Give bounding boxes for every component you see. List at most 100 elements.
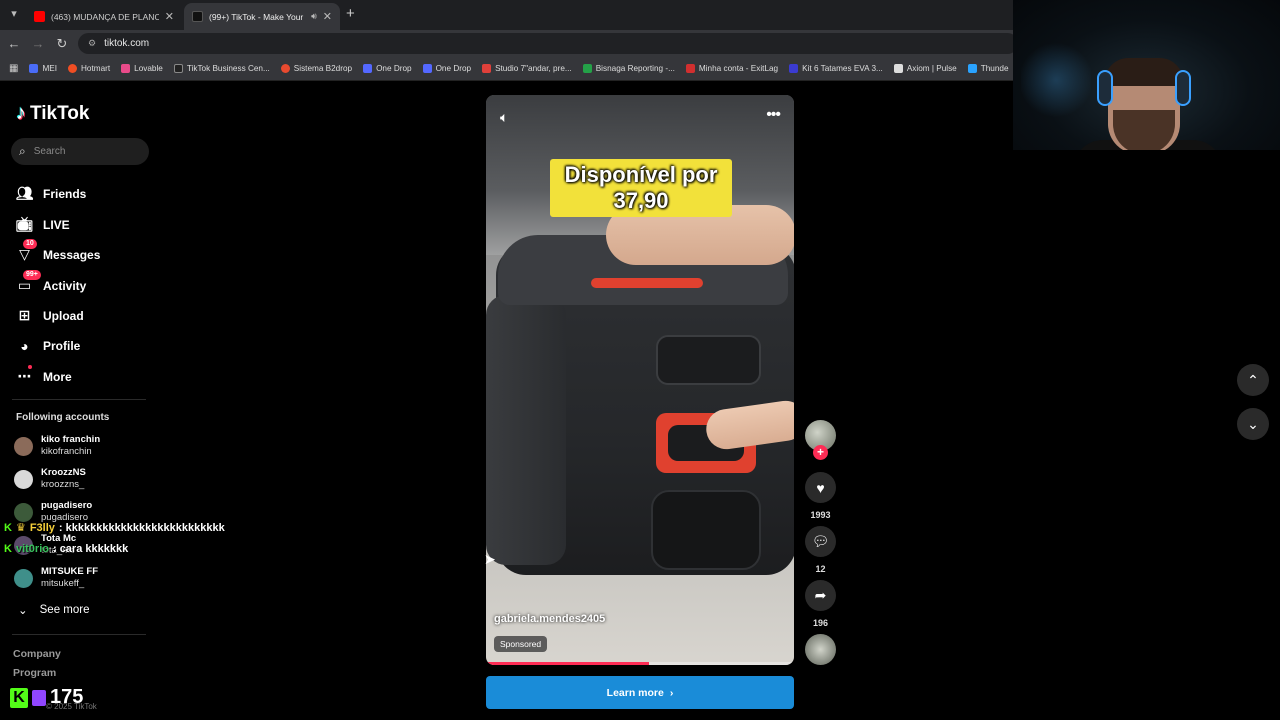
bookmark-label: Kit 6 Tatames EVA 3... [802,64,883,73]
back-arrow-icon[interactable]: ← [6,36,22,52]
bookmark-item[interactable]: MEI [29,64,57,73]
bookmark-favicon-icon [173,64,183,73]
sidebar-item-activity[interactable]: ▭ 99+ Activity [16,270,86,294]
sidebar-item-messages[interactable]: ▽ 10 Messages [16,239,101,263]
streamer-hair [1105,58,1183,86]
following-account-item[interactable]: MITSUKE FF mitsukeff_ [14,566,98,590]
video-progress-fill [486,662,650,665]
bookmark-favicon-icon [363,64,373,73]
webcam-overlay [1013,0,1280,150]
bookmark-label: Lovable [134,64,163,73]
mouse-cursor-icon: ➤ [484,551,496,567]
see-more-button[interactable]: ⌄ See more [18,603,90,617]
profile-icon: ◕ [20,337,29,354]
like-count: 1993 [810,510,831,520]
bookmark-label: Bisnaga Reporting -... [595,64,675,73]
volume-icon[interactable]: 🔈︎ [500,109,508,126]
sidebar-item-more[interactable]: ⋯ More [16,365,72,385]
bookmark-item[interactable]: Sistema B2drop [280,64,353,73]
search-icon: ⌕ [19,144,26,158]
url-text: tiktok.com [104,38,150,49]
music-disc[interactable] [805,634,836,665]
close-tab-icon[interactable]: ✕ [323,10,332,23]
bookmark-item[interactable]: One Drop [422,64,472,73]
bookmark-label: Hotmart [81,64,111,73]
sidebar-item-label: Profile [43,338,81,353]
bookmark-item[interactable]: Lovable [121,64,163,73]
previous-video-button[interactable]: ⌃ [1237,364,1269,396]
kick-logo-icon: K [10,687,28,708]
speaker-icon[interactable]: 🔊︎ [311,11,317,22]
tiktok-logo[interactable]: ♪ TikTok [16,102,89,125]
search-input[interactable]: ⌕ Search [11,138,149,165]
browser-tab-tiktok[interactable]: (99+) TikTok - Make Your Da 🔊︎ ✕ [184,3,340,30]
following-account-item[interactable]: kiko franchin kikofranchin [14,434,100,458]
bookmark-item[interactable]: Minha conta - ExitLag [685,64,778,73]
kick-icon: K [4,543,12,555]
kick-icon: K [4,521,12,534]
chat-text: : cara kkkkkkk [52,543,129,555]
bookmark-favicon-icon [685,64,695,73]
chat-message: K vit0rio : cara kkkkkkk [4,543,128,555]
live-icon: 📺︎ [15,216,34,232]
bookmark-item[interactable]: Axiom | Pulse [893,64,957,73]
reload-icon[interactable]: ↻ [54,36,70,52]
forward-arrow-icon[interactable]: → [30,36,46,52]
bookmark-item[interactable]: Hotmart [68,64,110,73]
learn-more-label: Learn more [606,686,664,699]
bookmark-label: One Drop [435,64,472,73]
video-player[interactable]: Disponível por 37,90 🔈︎ ••• gabriela.men… [486,95,794,665]
brand-name: TikTok [30,102,90,124]
more-options-icon[interactable]: ••• [766,106,781,124]
sidebar-item-live[interactable]: 📺︎ LIVE [16,216,70,233]
bookmark-label: Thunde [980,64,1009,73]
sidebar-item-profile[interactable]: ◕ Profile [16,337,80,354]
footer-link-program[interactable]: Program [13,667,56,679]
learn-more-button[interactable]: Learn more › [486,676,794,709]
avatar [14,502,33,522]
new-tab-button[interactable]: + [346,6,355,22]
apps-grid-icon[interactable]: ▦ [9,63,18,74]
account-name: kiko franchin [41,434,101,445]
avatar [14,436,33,456]
bookmark-item[interactable]: Bisnaga Reporting -... [582,64,675,73]
bookmark-item[interactable]: TikTok Business Cen... [173,64,270,73]
next-video-button[interactable]: ⌄ [1237,408,1269,440]
account-handle: kroozzns_ [41,479,85,490]
chevron-down-icon: ⌄ [1247,415,1259,432]
activity-icon: ▭ 99+ [16,270,41,294]
headphone-right [1175,70,1191,106]
site-info-icon[interactable]: ⚙ [88,38,96,49]
bookmark-favicon-icon [582,64,592,73]
following-account-item[interactable]: KroozzNS kroozzns_ [14,467,86,491]
close-tab-icon[interactable]: ✕ [165,10,174,23]
sidebar-item-label: Upload [43,308,84,323]
sidebar-item-friends[interactable]: 👥︎ Friends [16,185,87,202]
url-field[interactable]: ⚙ tiktok.com [78,33,1018,54]
sidebar-item-label: Messages [43,247,101,262]
bookmark-item[interactable]: Studio 7"andar, pre... [482,64,572,73]
footer-link-company[interactable]: Company [13,648,61,660]
video-author[interactable]: gabriela.mendes2405 [494,613,605,625]
video-progress-bar[interactable] [486,662,794,665]
share-button[interactable]: ➦ 196 [805,580,836,628]
browser-tab-youtube[interactable]: (463) MUDANÇA DE PLANOS: C ✕ [26,3,182,30]
bookmark-item[interactable]: One Drop [363,64,412,73]
divider [12,399,146,400]
share-icon: ➦ [805,580,836,611]
bookmark-label: Sistema B2drop [293,64,353,73]
chat-username: F3lly [29,521,55,534]
follow-plus-icon[interactable]: + [813,445,828,460]
tiktok-favicon-icon [192,11,203,22]
bookmark-label: One Drop [376,64,412,73]
heart-icon: ♥ [805,472,836,503]
sidebar-item-label: More [43,369,72,384]
like-button[interactable]: ♥ 1993 [805,472,836,520]
bookmark-favicon-icon [280,64,290,73]
bookmark-item[interactable]: Kit 6 Tatames EVA 3... [789,64,883,73]
bookmark-item[interactable]: Thunde [967,64,1009,73]
comment-button[interactable]: 💬︎ 12 [805,526,836,574]
sidebar-item-upload[interactable]: ⊞ Upload [16,307,84,324]
sidebar-item-label: Friends [43,186,87,201]
tab-search-icon[interactable]: ▾ [6,6,22,22]
